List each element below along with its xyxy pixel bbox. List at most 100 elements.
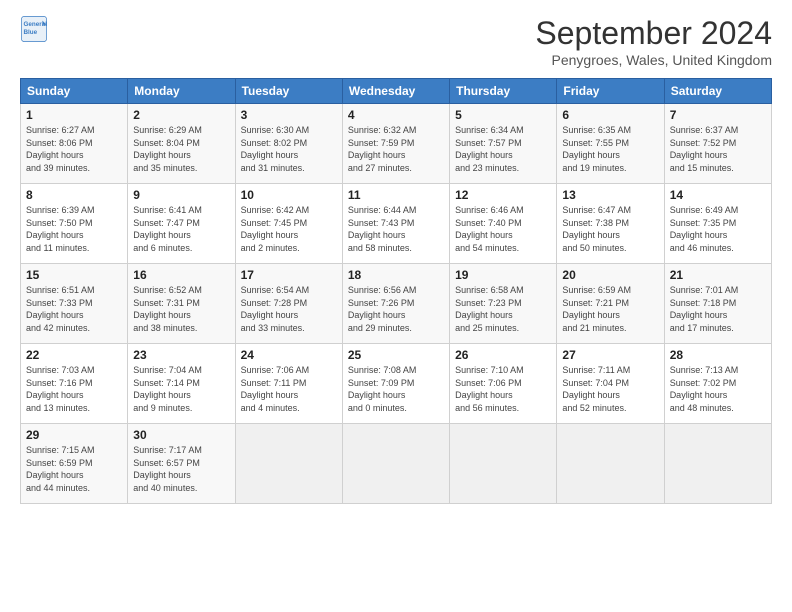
table-row: 20 Sunrise: 6:59 AMSunset: 7:21 PMDaylig… xyxy=(557,264,664,344)
table-row: 1 Sunrise: 6:27 AMSunset: 8:06 PMDayligh… xyxy=(21,104,128,184)
day-info: Sunrise: 6:52 AMSunset: 7:31 PMDaylight … xyxy=(133,284,229,334)
day-number: 28 xyxy=(670,348,766,362)
day-info: Sunrise: 6:42 AMSunset: 7:45 PMDaylight … xyxy=(241,204,337,254)
month-title: September 2024 xyxy=(535,15,772,52)
day-info: Sunrise: 7:10 AMSunset: 7:06 PMDaylight … xyxy=(455,364,551,414)
day-number: 22 xyxy=(26,348,122,362)
day-number: 11 xyxy=(348,188,444,202)
table-row: 11 Sunrise: 6:44 AMSunset: 7:43 PMDaylig… xyxy=(342,184,449,264)
table-row: 3 Sunrise: 6:30 AMSunset: 8:02 PMDayligh… xyxy=(235,104,342,184)
day-info: Sunrise: 6:27 AMSunset: 8:06 PMDaylight … xyxy=(26,124,122,174)
day-number: 5 xyxy=(455,108,551,122)
day-number: 6 xyxy=(562,108,658,122)
day-info: Sunrise: 6:56 AMSunset: 7:26 PMDaylight … xyxy=(348,284,444,334)
table-row: 23 Sunrise: 7:04 AMSunset: 7:14 PMDaylig… xyxy=(128,344,235,424)
table-row: 22 Sunrise: 7:03 AMSunset: 7:16 PMDaylig… xyxy=(21,344,128,424)
calendar-week-row: 29 Sunrise: 7:15 AMSunset: 6:59 PMDaylig… xyxy=(21,424,772,504)
table-row xyxy=(450,424,557,504)
day-number: 15 xyxy=(26,268,122,282)
table-row xyxy=(664,424,771,504)
day-info: Sunrise: 6:46 AMSunset: 7:40 PMDaylight … xyxy=(455,204,551,254)
day-number: 29 xyxy=(26,428,122,442)
col-wednesday: Wednesday xyxy=(342,79,449,104)
day-info: Sunrise: 7:06 AMSunset: 7:11 PMDaylight … xyxy=(241,364,337,414)
day-number: 12 xyxy=(455,188,551,202)
day-number: 30 xyxy=(133,428,229,442)
day-number: 1 xyxy=(26,108,122,122)
table-row: 24 Sunrise: 7:06 AMSunset: 7:11 PMDaylig… xyxy=(235,344,342,424)
day-number: 21 xyxy=(670,268,766,282)
table-row: 29 Sunrise: 7:15 AMSunset: 6:59 PMDaylig… xyxy=(21,424,128,504)
day-info: Sunrise: 6:39 AMSunset: 7:50 PMDaylight … xyxy=(26,204,122,254)
logo: General Blue xyxy=(20,15,48,43)
table-row: 5 Sunrise: 6:34 AMSunset: 7:57 PMDayligh… xyxy=(450,104,557,184)
day-number: 16 xyxy=(133,268,229,282)
day-info: Sunrise: 7:01 AMSunset: 7:18 PMDaylight … xyxy=(670,284,766,334)
table-row: 30 Sunrise: 7:17 AMSunset: 6:57 PMDaylig… xyxy=(128,424,235,504)
day-number: 13 xyxy=(562,188,658,202)
table-row: 16 Sunrise: 6:52 AMSunset: 7:31 PMDaylig… xyxy=(128,264,235,344)
title-section: September 2024 Penygroes, Wales, United … xyxy=(535,15,772,68)
day-number: 20 xyxy=(562,268,658,282)
svg-text:Blue: Blue xyxy=(24,29,38,36)
table-row: 12 Sunrise: 6:46 AMSunset: 7:40 PMDaylig… xyxy=(450,184,557,264)
calendar-table: Sunday Monday Tuesday Wednesday Thursday… xyxy=(20,78,772,504)
table-row xyxy=(342,424,449,504)
table-row: 17 Sunrise: 6:54 AMSunset: 7:28 PMDaylig… xyxy=(235,264,342,344)
day-info: Sunrise: 7:11 AMSunset: 7:04 PMDaylight … xyxy=(562,364,658,414)
table-row: 25 Sunrise: 7:08 AMSunset: 7:09 PMDaylig… xyxy=(342,344,449,424)
day-number: 18 xyxy=(348,268,444,282)
day-number: 10 xyxy=(241,188,337,202)
table-row: 21 Sunrise: 7:01 AMSunset: 7:18 PMDaylig… xyxy=(664,264,771,344)
col-sunday: Sunday xyxy=(21,79,128,104)
table-row: 18 Sunrise: 6:56 AMSunset: 7:26 PMDaylig… xyxy=(342,264,449,344)
day-number: 14 xyxy=(670,188,766,202)
calendar-page: General Blue September 2024 Penygroes, W… xyxy=(0,0,792,612)
table-row: 7 Sunrise: 6:37 AMSunset: 7:52 PMDayligh… xyxy=(664,104,771,184)
day-info: Sunrise: 6:35 AMSunset: 7:55 PMDaylight … xyxy=(562,124,658,174)
table-row: 14 Sunrise: 6:49 AMSunset: 7:35 PMDaylig… xyxy=(664,184,771,264)
table-row: 19 Sunrise: 6:58 AMSunset: 7:23 PMDaylig… xyxy=(450,264,557,344)
day-info: Sunrise: 7:04 AMSunset: 7:14 PMDaylight … xyxy=(133,364,229,414)
day-info: Sunrise: 7:13 AMSunset: 7:02 PMDaylight … xyxy=(670,364,766,414)
day-info: Sunrise: 7:15 AMSunset: 6:59 PMDaylight … xyxy=(26,444,122,494)
table-row: 9 Sunrise: 6:41 AMSunset: 7:47 PMDayligh… xyxy=(128,184,235,264)
col-thursday: Thursday xyxy=(450,79,557,104)
day-info: Sunrise: 7:03 AMSunset: 7:16 PMDaylight … xyxy=(26,364,122,414)
table-row: 6 Sunrise: 6:35 AMSunset: 7:55 PMDayligh… xyxy=(557,104,664,184)
table-row: 2 Sunrise: 6:29 AMSunset: 8:04 PMDayligh… xyxy=(128,104,235,184)
calendar-week-row: 15 Sunrise: 6:51 AMSunset: 7:33 PMDaylig… xyxy=(21,264,772,344)
logo-icon: General Blue xyxy=(20,15,48,43)
col-tuesday: Tuesday xyxy=(235,79,342,104)
day-number: 26 xyxy=(455,348,551,362)
col-saturday: Saturday xyxy=(664,79,771,104)
day-info: Sunrise: 6:49 AMSunset: 7:35 PMDaylight … xyxy=(670,204,766,254)
day-info: Sunrise: 6:29 AMSunset: 8:04 PMDaylight … xyxy=(133,124,229,174)
table-row xyxy=(235,424,342,504)
day-info: Sunrise: 7:17 AMSunset: 6:57 PMDaylight … xyxy=(133,444,229,494)
day-number: 25 xyxy=(348,348,444,362)
day-info: Sunrise: 6:30 AMSunset: 8:02 PMDaylight … xyxy=(241,124,337,174)
day-number: 2 xyxy=(133,108,229,122)
table-row: 4 Sunrise: 6:32 AMSunset: 7:59 PMDayligh… xyxy=(342,104,449,184)
table-row: 28 Sunrise: 7:13 AMSunset: 7:02 PMDaylig… xyxy=(664,344,771,424)
table-row: 15 Sunrise: 6:51 AMSunset: 7:33 PMDaylig… xyxy=(21,264,128,344)
day-number: 7 xyxy=(670,108,766,122)
calendar-week-row: 22 Sunrise: 7:03 AMSunset: 7:16 PMDaylig… xyxy=(21,344,772,424)
day-info: Sunrise: 6:47 AMSunset: 7:38 PMDaylight … xyxy=(562,204,658,254)
day-number: 19 xyxy=(455,268,551,282)
day-number: 8 xyxy=(26,188,122,202)
day-number: 23 xyxy=(133,348,229,362)
day-number: 3 xyxy=(241,108,337,122)
day-info: Sunrise: 6:32 AMSunset: 7:59 PMDaylight … xyxy=(348,124,444,174)
table-row: 27 Sunrise: 7:11 AMSunset: 7:04 PMDaylig… xyxy=(557,344,664,424)
calendar-week-row: 8 Sunrise: 6:39 AMSunset: 7:50 PMDayligh… xyxy=(21,184,772,264)
day-info: Sunrise: 6:44 AMSunset: 7:43 PMDaylight … xyxy=(348,204,444,254)
page-header: General Blue September 2024 Penygroes, W… xyxy=(20,15,772,68)
day-number: 9 xyxy=(133,188,229,202)
calendar-header-row: Sunday Monday Tuesday Wednesday Thursday… xyxy=(21,79,772,104)
calendar-week-row: 1 Sunrise: 6:27 AMSunset: 8:06 PMDayligh… xyxy=(21,104,772,184)
day-info: Sunrise: 6:34 AMSunset: 7:57 PMDaylight … xyxy=(455,124,551,174)
day-info: Sunrise: 6:37 AMSunset: 7:52 PMDaylight … xyxy=(670,124,766,174)
day-number: 27 xyxy=(562,348,658,362)
